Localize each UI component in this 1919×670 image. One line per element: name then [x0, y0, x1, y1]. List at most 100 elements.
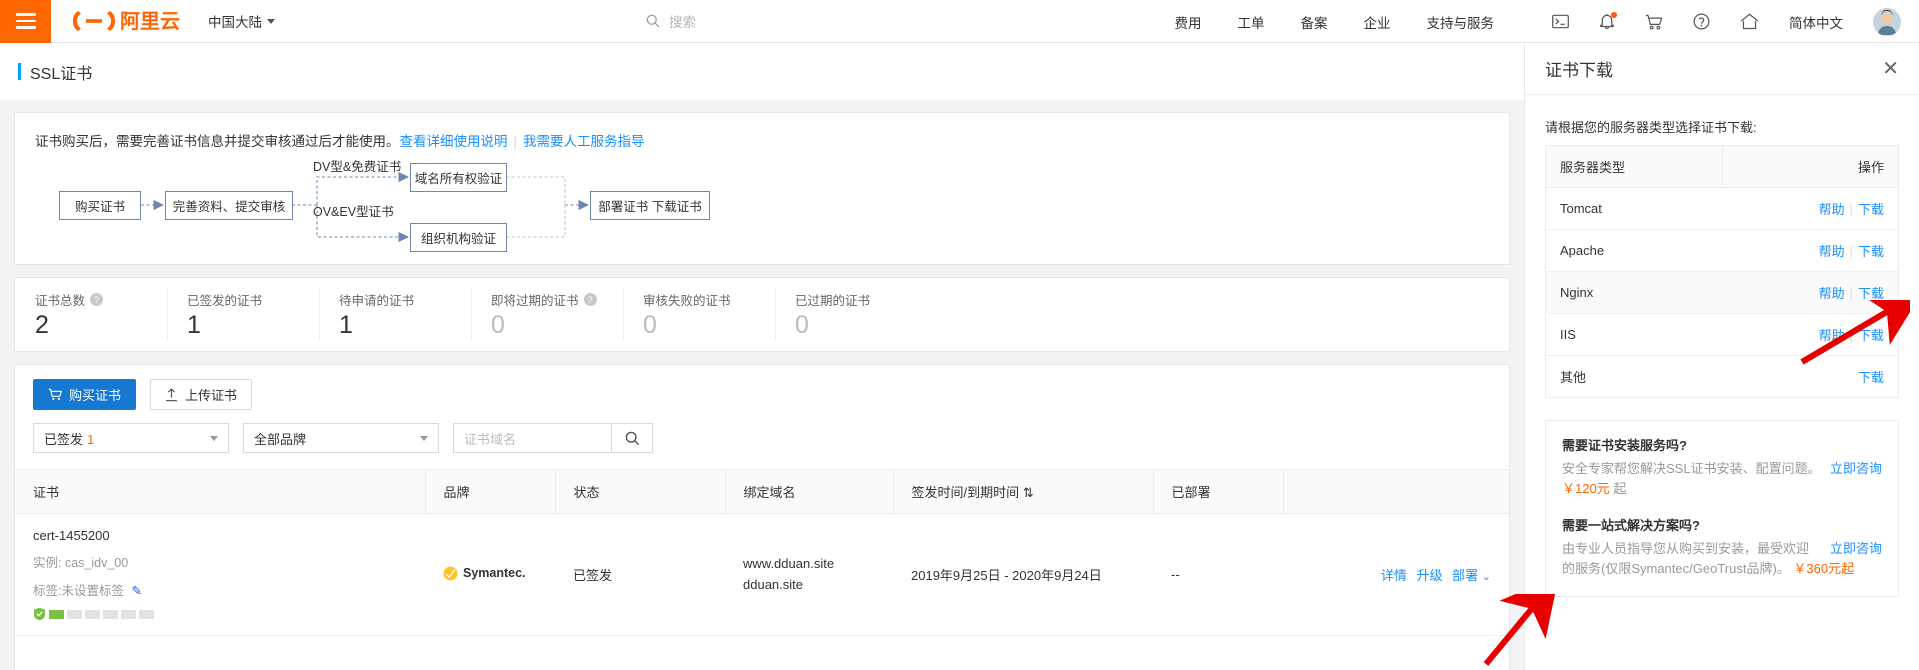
- domain-search-input[interactable]: 证书域名: [453, 423, 611, 453]
- certificate-instance: 实例: cas_idv_00: [33, 556, 129, 570]
- search-icon: [646, 14, 660, 28]
- action-upgrade[interactable]: 升级: [1417, 568, 1443, 583]
- stat-pending-value: 1: [339, 311, 353, 339]
- cell-deployed: --: [1153, 513, 1283, 636]
- certificate-tag-text: 标签:未设置标签: [33, 584, 124, 598]
- flow-node-deploy-download: 部署证书 下载证书: [590, 191, 710, 220]
- certificate-progress: [33, 607, 425, 621]
- server-actions-tomcat: 帮助 | 下载: [1722, 187, 1899, 230]
- server-actions-nginx: 帮助 | 下载: [1722, 271, 1899, 314]
- action-deploy[interactable]: 部署: [1452, 568, 1478, 583]
- server-type-tomcat: Tomcat: [1545, 187, 1723, 230]
- sort-icon[interactable]: ⇅: [1023, 485, 1034, 500]
- help-icon[interactable]: ?: [583, 293, 597, 306]
- certificate-download-drawer: 证书下载 ✕ 请根据您的服务器类型选择证书下载: 服务器类型 操作 Tomcat…: [1524, 43, 1919, 670]
- help-link-nginx[interactable]: 帮助: [1819, 286, 1845, 301]
- status-filter-label: 已签发: [44, 431, 84, 447]
- avatar[interactable]: [1873, 7, 1901, 36]
- region-selector[interactable]: 中国大陆: [208, 11, 275, 31]
- aliyun-logo[interactable]: 阿里云: [73, 8, 181, 34]
- server-row-other[interactable]: 其他 下载: [1546, 356, 1899, 398]
- download-link-tomcat[interactable]: 下载: [1858, 202, 1884, 217]
- promo-block-install: 需要证书安装服务吗? 立即咨询 安全专家帮您解决SSL证书安装、配置问题。 ￥1…: [1562, 435, 1882, 499]
- nav-item-support[interactable]: 支持与服务: [1427, 12, 1495, 32]
- bell-icon[interactable]: [1599, 12, 1617, 30]
- buy-certificate-button[interactable]: 购买证书: [33, 379, 137, 410]
- global-search-placeholder: 搜索: [669, 15, 696, 30]
- help-icon[interactable]: [1693, 13, 1710, 30]
- download-link-other[interactable]: 下载: [1858, 370, 1884, 385]
- terminal-icon[interactable]: [1552, 14, 1569, 29]
- notice-link-support[interactable]: 我需要人工服务指导: [523, 134, 645, 149]
- download-link-apache[interactable]: 下载: [1858, 244, 1884, 259]
- global-search[interactable]: 搜索: [646, 11, 696, 31]
- nav-item-fees[interactable]: 费用: [1175, 12, 1202, 32]
- server-table-header-row: 服务器类型 操作: [1545, 145, 1899, 188]
- progress-segment: [49, 609, 64, 619]
- more-actions-icon[interactable]: ⌄: [1482, 571, 1491, 583]
- progress-segment: [139, 609, 154, 619]
- status-badge: 已签发: [573, 568, 613, 583]
- server-row-nginx[interactable]: Nginx 帮助 | 下载: [1545, 271, 1899, 314]
- nav-item-tickets[interactable]: 工单: [1238, 12, 1265, 32]
- drawer-body: 请根据您的服务器类型选择证书下载: 服务器类型 操作 Tomcat 帮助 | 下载: [1525, 95, 1919, 597]
- brand-filter-select[interactable]: 全部品牌: [243, 423, 439, 453]
- help-link-tomcat[interactable]: 帮助: [1819, 202, 1845, 217]
- stat-expiring: 即将过期的证书 ? 0: [471, 278, 623, 351]
- nav-item-enterprise[interactable]: 企业: [1364, 12, 1391, 32]
- promo-title-install: 需要证书安装服务吗?: [1562, 438, 1687, 453]
- drawer-hint: 请根据您的服务器类型选择证书下载:: [1545, 120, 1757, 135]
- close-icon[interactable]: ✕: [1882, 59, 1899, 79]
- language-selector[interactable]: 简体中文: [1789, 12, 1843, 32]
- server-row-iis[interactable]: IIS 帮助 | 下载: [1545, 313, 1899, 356]
- promo-desc-fullservice: 立即咨询 由专业人员指导您从购买到安装，最受欢迎的服务(仅限Symantec/G…: [1562, 539, 1882, 579]
- certificate-table: 证书 品牌 状态 绑定域名 签发时间/到期时间 ⇅ 已部署 cert-14552…: [15, 469, 1509, 636]
- notice-link-guide[interactable]: 查看详细使用说明: [400, 134, 508, 149]
- stat-pending: 待申请的证书 1: [319, 278, 471, 351]
- progress-segment: [85, 609, 100, 619]
- promo-cta-install[interactable]: 立即咨询: [1830, 459, 1882, 479]
- help-link-apache[interactable]: 帮助: [1819, 244, 1845, 259]
- header-icon-group: 简体中文: [1552, 0, 1901, 43]
- nav-item-icp[interactable]: 备案: [1301, 12, 1328, 32]
- cell-status: 已签发: [555, 513, 725, 636]
- status-filter-select[interactable]: 已签发 1: [33, 423, 229, 453]
- stat-total: 证书总数 ? 2: [15, 278, 167, 351]
- download-link-iis[interactable]: 下载: [1858, 328, 1884, 343]
- server-row-apache[interactable]: Apache 帮助 | 下载: [1545, 229, 1899, 272]
- help-link-iis[interactable]: 帮助: [1819, 328, 1845, 343]
- notice-divider: |: [513, 134, 518, 149]
- col-validity[interactable]: 签发时间/到期时间 ⇅: [893, 469, 1154, 514]
- chevron-down-icon: [420, 435, 428, 441]
- flow-diagram: 购买证书 完善资料、提交审核 域名所有权验证 组织机构验证 部署证书 下载证书 …: [35, 156, 1489, 252]
- onboarding-flow-card: 证书购买后，需要完善证书信息并提交审核通过后才能使用。查看详细使用说明 | 我需要人…: [14, 112, 1510, 265]
- cell-domains: www.dduan.site dduan.site: [725, 513, 893, 636]
- server-type-other: 其他: [1560, 370, 1587, 385]
- hamburger-icon[interactable]: [0, 0, 51, 43]
- col-deployed: 已部署: [1153, 469, 1284, 514]
- global-header: 阿里云 中国大陆 搜索 费用 工单 备案 企业 支持与服务 简体中文: [0, 0, 1919, 43]
- stat-expired: 已过期的证书 0: [775, 278, 927, 351]
- domain-search-button[interactable]: [611, 423, 653, 453]
- action-details[interactable]: 详情: [1381, 568, 1407, 583]
- cell-brand: Symantec.: [425, 513, 555, 636]
- upload-certificate-label: 上传证书: [185, 388, 238, 403]
- certificate-tag: 标签:未设置标签 ✎: [33, 580, 425, 599]
- flow-label-dv: DV型&免费证书: [313, 160, 402, 174]
- edit-pencil-icon[interactable]: ✎: [131, 584, 141, 598]
- server-row-tomcat[interactable]: Tomcat 帮助 | 下载: [1545, 187, 1899, 230]
- stat-failed-value: 0: [643, 311, 657, 339]
- help-icon[interactable]: ?: [90, 293, 104, 306]
- domain-search: 证书域名: [453, 423, 653, 453]
- upload-certificate-button[interactable]: 上传证书: [150, 379, 253, 410]
- table-header-row: 证书 品牌 状态 绑定域名 签发时间/到期时间 ⇅ 已部署: [15, 469, 1509, 514]
- shield-icon: [33, 607, 46, 621]
- promo-desc-fullservice-text: 由专业人员指导您从购买到安装，最受欢迎的服务(仅限Symantec/GeoTru…: [1562, 541, 1810, 577]
- notice-text: 证书购买后，需要完善证书信息并提交审核通过后才能使用。: [35, 134, 400, 149]
- cart-icon[interactable]: [1645, 14, 1663, 30]
- server-type-table: 服务器类型 操作 Tomcat 帮助 | 下载 Apache 帮助 | 下载 N…: [1545, 145, 1899, 398]
- home-icon[interactable]: [1740, 13, 1759, 30]
- action-toolbar: 购买证书 上传证书: [15, 379, 1509, 410]
- download-link-nginx[interactable]: 下载: [1858, 286, 1884, 301]
- promo-cta-fullservice[interactable]: 立即咨询: [1830, 539, 1882, 559]
